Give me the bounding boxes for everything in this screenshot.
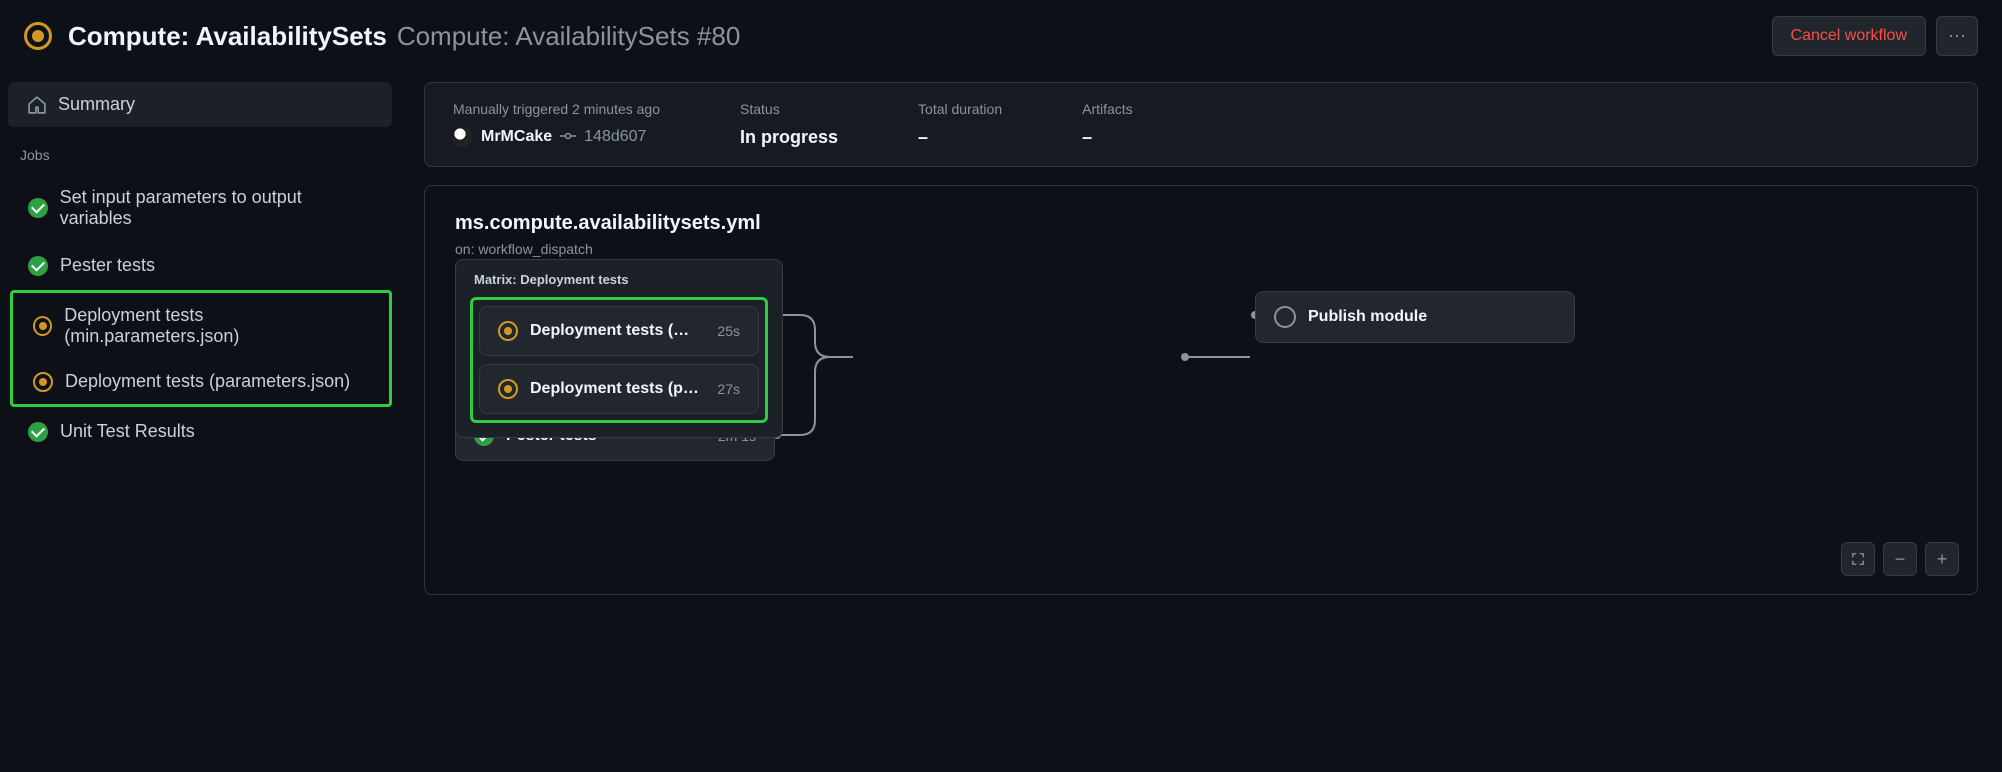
zoom-controls: − + xyxy=(1841,542,1959,576)
success-icon xyxy=(28,256,48,276)
node-time: 25s xyxy=(717,323,740,339)
sidebar-item-job-2[interactable]: Deployment tests (min.parameters.json) xyxy=(13,293,389,359)
node-label: Deployment tests (paramet… xyxy=(530,380,700,398)
sidebar-job-label: Unit Test Results xyxy=(60,421,195,442)
minus-icon: − xyxy=(1895,549,1906,570)
workflow-name: Compute: AvailabilitySets xyxy=(68,21,387,52)
fullscreen-icon xyxy=(1851,552,1865,566)
status-label: Status xyxy=(740,101,838,117)
trigger-label: Manually triggered 2 minutes ago xyxy=(453,101,660,117)
duration-label: Total duration xyxy=(918,101,1002,117)
progress-icon xyxy=(33,372,53,392)
summary-trigger-col: Manually triggered 2 minutes ago MrMCake… xyxy=(453,101,660,148)
zoom-in-button[interactable]: + xyxy=(1925,542,1959,576)
artifacts-label: Artifacts xyxy=(1082,101,1133,117)
success-icon xyxy=(28,422,48,442)
workflow-on-event: on: workflow_dispatch xyxy=(455,241,1947,257)
workflow-run-name: Compute: AvailabilitySets #80 xyxy=(397,21,741,52)
sidebar-summary-label: Summary xyxy=(58,94,135,115)
main-content: Manually triggered 2 minutes ago MrMCake… xyxy=(400,72,2002,595)
sidebar-item-job-3[interactable]: Deployment tests (parameters.json) xyxy=(13,359,389,404)
workflow-status-icon xyxy=(24,22,52,50)
summary-status-col: Status In progress xyxy=(740,101,838,148)
progress-icon xyxy=(498,321,518,341)
kebab-icon: ⋯ xyxy=(1948,26,1966,47)
node-label: Publish module xyxy=(1308,308,1427,326)
graph-node-deploy-min[interactable]: Deployment tests (min.para… 25s xyxy=(479,306,759,356)
matrix-highlight: Deployment tests (min.para… 25s Deployme… xyxy=(470,297,768,423)
node-label: Deployment tests (min.para… xyxy=(530,322,700,340)
sidebar-job-label: Deployment tests (min.parameters.json) xyxy=(64,305,369,347)
success-icon xyxy=(28,198,48,218)
progress-icon xyxy=(498,379,518,399)
home-icon xyxy=(28,96,46,114)
artifacts-value: – xyxy=(1082,127,1133,148)
workflow-filename: ms.compute.availabilitysets.yml xyxy=(455,212,1947,235)
sidebar: Summary Jobs Set input parameters to out… xyxy=(0,72,400,595)
sidebar-job-label: Pester tests xyxy=(60,255,155,276)
status-value: In progress xyxy=(740,127,838,148)
commit-icon xyxy=(560,128,576,147)
layout: Summary Jobs Set input parameters to out… xyxy=(0,72,2002,595)
sidebar-jobs-label: Jobs xyxy=(0,129,400,173)
zoom-out-button[interactable]: − xyxy=(1883,542,1917,576)
commit-sha[interactable]: 148d607 xyxy=(584,128,646,146)
sidebar-item-job-1[interactable]: Pester tests xyxy=(8,243,392,288)
summary-duration-col: Total duration – xyxy=(918,101,1002,148)
sidebar-item-summary[interactable]: Summary xyxy=(8,82,392,127)
summary-artifacts-col: Artifacts – xyxy=(1082,101,1133,148)
more-actions-button[interactable]: ⋯ xyxy=(1936,16,1978,56)
sidebar-item-job-0[interactable]: Set input parameters to output variables xyxy=(8,175,392,241)
graph-area[interactable]: Set input parameters to out… 7s Pester t… xyxy=(455,287,1947,567)
workflow-title: Compute: AvailabilitySets Compute: Avail… xyxy=(68,21,740,52)
trigger-info: MrMCake 148d607 xyxy=(453,127,660,147)
duration-value: – xyxy=(918,127,1002,148)
cancel-workflow-button[interactable]: Cancel workflow xyxy=(1772,16,1926,56)
sidebar-job-label: Deployment tests (parameters.json) xyxy=(65,371,350,392)
matrix-deployment-tests: Matrix: Deployment tests Deployment test… xyxy=(455,259,783,438)
highlight-box: Deployment tests (min.parameters.json) D… xyxy=(10,290,392,407)
matrix-label: Matrix: Deployment tests xyxy=(470,272,768,287)
trigger-author[interactable]: MrMCake xyxy=(481,128,552,146)
pending-icon xyxy=(1274,306,1296,328)
sidebar-item-job-4[interactable]: Unit Test Results xyxy=(8,409,392,454)
node-time: 27s xyxy=(717,381,740,397)
graph-node-publish[interactable]: Publish module xyxy=(1255,291,1575,343)
page-header: Compute: AvailabilitySets Compute: Avail… xyxy=(0,0,2002,72)
avatar xyxy=(453,127,473,147)
graph-node-deploy-params[interactable]: Deployment tests (paramet… 27s xyxy=(479,364,759,414)
sidebar-job-label: Set input parameters to output variables xyxy=(60,187,372,229)
summary-card: Manually triggered 2 minutes ago MrMCake… xyxy=(424,82,1978,167)
progress-icon xyxy=(33,316,52,336)
plus-icon: + xyxy=(1937,549,1948,570)
header-actions: Cancel workflow ⋯ xyxy=(1772,16,1978,56)
fullscreen-button[interactable] xyxy=(1841,542,1875,576)
header-left: Compute: AvailabilitySets Compute: Avail… xyxy=(24,21,740,52)
workflow-graph-card: ms.compute.availabilitysets.yml on: work… xyxy=(424,185,1978,595)
